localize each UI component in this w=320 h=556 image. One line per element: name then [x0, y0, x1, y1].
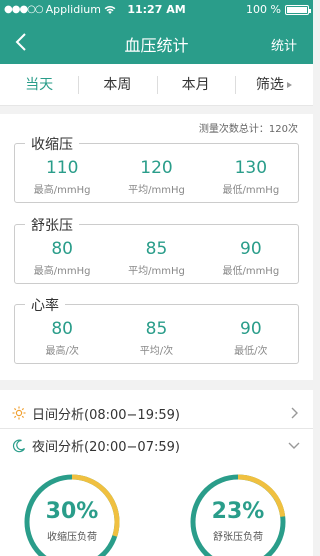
measurement-total: 测量次数总计：120次	[198, 124, 298, 135]
systolic-min-unit: 最低/mmHg	[222, 185, 280, 196]
diastolic-load-ring: 23% 舒张压负荷	[188, 472, 288, 556]
systolic-max: 110	[45, 158, 79, 178]
day-analysis-label: 日间分析(08:00−19:59)	[32, 407, 180, 423]
systolic-load-percent: 30%	[45, 499, 99, 524]
diastolic-avg-unit: 平均/mmHg	[128, 266, 185, 277]
filter-arrow-icon	[286, 81, 292, 88]
diastolic-max: 80	[51, 239, 73, 259]
moon-icon	[12, 438, 26, 452]
filter-label: 筛选	[255, 76, 284, 93]
systolic-max-unit: 最高/mmHg	[33, 185, 91, 196]
heart-rate-max-unit: 最高/次	[45, 346, 79, 357]
statistics-button[interactable]: 统计	[271, 35, 297, 54]
chevron-down-icon	[288, 442, 300, 449]
systolic-avg: 120	[140, 158, 173, 178]
heart-rate-group: 心率 80 最高/次 85 平均/次 90 最低/次	[14, 295, 299, 364]
status-bar: ●●●○○ Applidium 11:27 AM 100 %	[0, 0, 313, 20]
diastolic-max-unit: 最高/mmHg	[33, 266, 91, 277]
night-analysis-label: 夜间分析(20:00−07:59)	[32, 440, 180, 455]
systolic-min: 130	[234, 158, 268, 178]
diastolic-min-unit: 最低/mmHg	[222, 266, 280, 277]
summary-card: 测量次数总计：120次 收缩压 110 最高/mmHg 120 平均/mmHg 13…	[0, 114, 313, 380]
heart-rate-max: 80	[51, 319, 73, 339]
diastolic-load-percent: 23%	[211, 499, 265, 524]
systolic-load-label: 收缩压负荷	[47, 532, 97, 543]
systolic-load-ring: 30% 收缩压负荷	[22, 472, 122, 556]
period-tabs: 当天 本周 本月 筛选	[0, 64, 313, 106]
chevron-right-icon	[291, 407, 298, 419]
sun-icon	[12, 406, 26, 420]
diastolic-load-label: 舒张压负荷	[213, 532, 263, 543]
app-header: ●●●○○ Applidium 11:27 AM 100 % 血压统计 统计	[0, 0, 313, 64]
heart-rate-avg: 85	[145, 319, 168, 339]
battery-icon	[285, 4, 311, 15]
tab-today[interactable]: 当天	[0, 74, 78, 96]
diastolic-avg: 85	[145, 239, 168, 259]
heart-rate-label: 心率	[25, 295, 65, 315]
tab-filter[interactable]: 筛选	[234, 74, 313, 96]
heart-rate-min-unit: 最低/次	[234, 346, 268, 357]
night-analysis-row[interactable]: 夜间分析(20:00−07:59)	[0, 430, 313, 461]
systolic-avg-unit: 平均/mmHg	[128, 185, 185, 196]
diastolic-label: 舒张压	[25, 215, 79, 235]
tab-week[interactable]: 本周	[78, 74, 156, 96]
tab-month[interactable]: 本月	[156, 74, 235, 96]
analysis-section: 日间分析(08:00−19:59) 夜间分析(20:00−07:59) 30% …	[0, 390, 313, 556]
battery-percent: 100 %	[246, 3, 281, 16]
heart-rate-avg-unit: 平均/次	[139, 346, 174, 357]
diastolic-group: 舒张压 80 最高/mmHg 85 平均/mmHg 90 最低/mmHg	[14, 215, 299, 284]
day-analysis-row[interactable]: 日间分析(08:00−19:59)	[0, 398, 313, 429]
heart-rate-min: 90	[240, 319, 262, 339]
systolic-label: 收缩压	[25, 134, 79, 154]
systolic-group: 收缩压 110 最高/mmHg 120 平均/mmHg 130 最低/mmHg	[14, 134, 299, 203]
page-title: 血压统计	[124, 36, 189, 55]
diastolic-min: 90	[240, 239, 262, 259]
nav-bar: 血压统计 统计	[0, 24, 313, 60]
